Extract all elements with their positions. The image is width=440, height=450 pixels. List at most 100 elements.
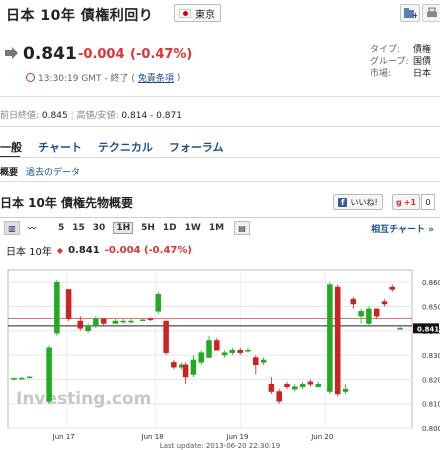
y-tick-label: 0.860	[422, 279, 440, 287]
candle-body	[260, 359, 267, 363]
candle-body	[93, 318, 99, 327]
compare-chart-link[interactable]: 相互チャート »	[371, 222, 434, 235]
gplus-button[interactable]: g +1	[392, 194, 421, 210]
instrument-meta: タイプ: 債権 グループ: 国債 市場: 日本	[370, 44, 436, 80]
x-tick-label: Jun 18	[141, 433, 164, 441]
chart-price-change: -0.004 (-0.47%)	[104, 245, 192, 256]
interval-1m[interactable]: 1M	[209, 223, 224, 233]
meta-key: タイプ:	[370, 45, 401, 55]
y-tick-label: 0.850	[422, 303, 440, 311]
candle-body	[19, 377, 25, 380]
divider	[0, 157, 440, 158]
watermark-logo: Investing.com	[16, 389, 151, 409]
candle-body	[171, 362, 177, 368]
subtab-overview[interactable]: 概要	[0, 165, 18, 178]
x-tick-label: Jun 19	[225, 433, 248, 441]
divider	[0, 126, 440, 127]
last-update-label: Last update: 2013-06-20 22:30:19	[160, 442, 280, 450]
candle-body	[163, 320, 169, 353]
tab-technical[interactable]: テクニカル	[98, 139, 153, 155]
interval-30[interactable]: 30	[93, 223, 106, 233]
interval-1w[interactable]: 1W	[185, 223, 201, 233]
tab-forum[interactable]: フォーラム	[169, 139, 224, 155]
candle-body	[221, 352, 228, 356]
print-button[interactable]	[422, 4, 440, 22]
chart-legend: 日本 10年 ◆ 0.841 -0.004 (-0.47%)	[6, 243, 192, 258]
sub-tabs: 概要 過去のデータ	[0, 162, 440, 180]
candle-body	[120, 320, 126, 323]
x-tick-label: Jun 20	[310, 433, 333, 441]
section-title: 日本 10年 債権先物概要	[0, 196, 134, 210]
y-tick-label: 0.810	[422, 401, 440, 409]
interval-5h[interactable]: 5H	[141, 223, 155, 233]
stats-row: 前日終値: 0.845 | 高値/安値: 0.814 - 0.871	[0, 111, 182, 121]
tab-general[interactable]: 一般	[0, 139, 22, 155]
candle-body	[327, 284, 333, 392]
disclaimer-link[interactable]: 免責条項	[138, 71, 174, 84]
candle-body	[112, 320, 119, 324]
meta-key: グループ:	[370, 57, 409, 67]
y-tick-label: 0.800	[422, 425, 440, 433]
candle-body	[190, 359, 197, 375]
candle-body	[11, 377, 17, 380]
divider	[0, 96, 440, 97]
candle-body	[276, 391, 282, 402]
facebook-like-button[interactable]: f いいね!	[333, 194, 383, 210]
range-value: 0.814 - 0.871	[121, 111, 182, 121]
candle-body	[26, 376, 33, 379]
interval-15[interactable]: 15	[72, 223, 85, 233]
candle-body	[198, 352, 204, 363]
japan-flag-icon	[179, 8, 191, 18]
candle-body	[389, 286, 396, 290]
interval-5[interactable]: 5	[58, 223, 64, 233]
candle-body	[284, 383, 290, 387]
last-price-tag-label: 0.841	[417, 325, 439, 333]
candle-body	[358, 311, 364, 317]
range-label: 高値/安値:	[76, 111, 119, 121]
candle-body	[100, 318, 107, 324]
chart-last-price: 0.841	[68, 245, 100, 256]
prev-close-label: 前日終値:	[0, 111, 40, 121]
main-tabs: 一般 チャート テクニカル フォーラム	[0, 139, 240, 155]
candle-body	[65, 289, 72, 319]
candle-body	[315, 383, 321, 387]
print-icon	[427, 7, 437, 17]
candle-body	[342, 388, 349, 392]
facebook-like-label: いいね!	[350, 197, 378, 207]
candle-body	[268, 383, 275, 392]
meta-value: 国債	[413, 57, 432, 67]
candle-body	[147, 318, 154, 321]
candle-body	[307, 381, 314, 385]
chart-instrument-name: 日本 10年	[6, 247, 52, 258]
svg-text:+: +	[412, 11, 417, 19]
line-chart-icon[interactable]: 〰	[24, 221, 40, 235]
settings-icon[interactable]: ▤	[234, 221, 251, 235]
price-chart[interactable]: 0.8600.8500.8400.8300.8200.8100.800Jun 1…	[0, 258, 440, 450]
gplus-icon: g	[396, 197, 402, 207]
meta-row: 市場: 日本	[370, 68, 436, 80]
folder-add-icon: +	[404, 8, 417, 19]
candle-body	[350, 298, 357, 305]
candle-body	[139, 319, 146, 322]
exchange-location[interactable]: 東京	[174, 4, 221, 22]
interval-1h[interactable]: 1H	[113, 222, 134, 234]
price-change-percent: (-0.47%)	[130, 47, 193, 62]
add-portfolio-button[interactable]: +	[400, 4, 420, 22]
candle-body	[214, 340, 220, 351]
interval-1d[interactable]: 1D	[163, 223, 177, 233]
candlestick-icon[interactable]: ▥	[4, 221, 20, 235]
tab-chart[interactable]: チャート	[38, 139, 82, 155]
x-tick-label: Jun 17	[52, 433, 75, 441]
facebook-icon: f	[338, 197, 348, 207]
candle-body	[253, 357, 259, 366]
meta-row: グループ: 国債	[370, 56, 436, 68]
quote-time-row: 13:30:19 GMT - 終了 (免責条項)	[26, 71, 180, 84]
candle-body	[54, 281, 60, 334]
arrow-right-icon	[5, 47, 18, 59]
candle-body	[237, 349, 243, 353]
candle-body	[85, 325, 91, 332]
clock-icon	[26, 73, 35, 82]
candle-body	[245, 349, 251, 352]
meta-value: 債権	[413, 45, 432, 55]
subtab-history[interactable]: 過去のデータ	[26, 165, 80, 178]
